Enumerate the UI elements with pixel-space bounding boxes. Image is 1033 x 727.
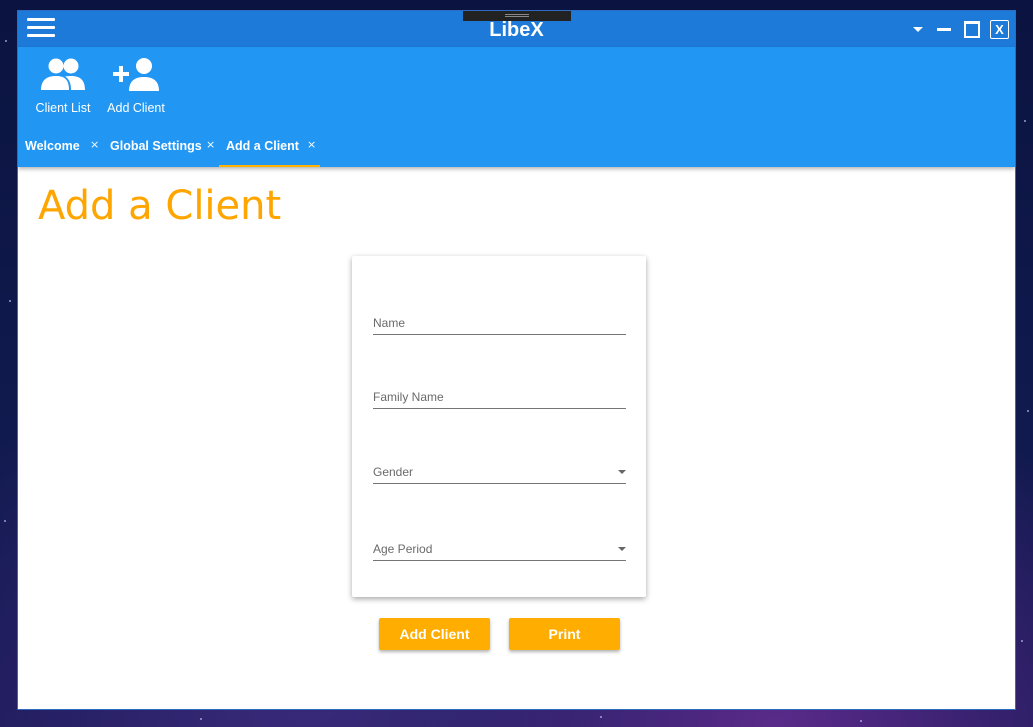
- users-icon: [41, 58, 85, 90]
- maximize-icon[interactable]: [964, 21, 980, 38]
- star: [200, 718, 202, 720]
- name-field[interactable]: Name: [373, 314, 626, 335]
- print-button[interactable]: Print: [509, 618, 620, 650]
- star: [600, 716, 602, 718]
- star: [1021, 640, 1023, 642]
- tab-add-a-client[interactable]: Add a Client ×: [219, 137, 320, 167]
- add-user-icon: [113, 58, 159, 91]
- age-period-select-label: Age Period: [373, 542, 433, 556]
- star: [4, 520, 6, 522]
- family-name-field[interactable]: Family Name: [373, 388, 626, 409]
- name-field-label: Name: [373, 316, 406, 330]
- client-form-card: Name Family Name Gender Age Period: [352, 256, 646, 597]
- tab-label: Welcome: [25, 139, 80, 153]
- toolbar: Client List Add Client Welcome × Global …: [18, 47, 1015, 167]
- tab-close-icon[interactable]: ×: [206, 138, 215, 151]
- tab-close-icon[interactable]: ×: [307, 138, 316, 151]
- client-list-label: Client List: [35, 101, 91, 115]
- tab-welcome[interactable]: Welcome ×: [18, 137, 104, 165]
- dropdown-arrow-icon: [618, 547, 626, 551]
- close-icon[interactable]: X: [990, 20, 1009, 39]
- minimize-icon[interactable]: [937, 28, 951, 31]
- star: [1024, 120, 1026, 122]
- star: [860, 720, 862, 722]
- title-bar[interactable]: LibeX X: [18, 11, 1015, 47]
- add-client-label: Add Client: [107, 101, 165, 115]
- client-list-button[interactable]: Client List: [32, 57, 94, 115]
- tab-global-settings[interactable]: Global Settings ×: [104, 137, 220, 165]
- tab-bar: Welcome × Global Settings × Add a Client…: [18, 137, 1015, 167]
- add-client-button[interactable]: Add Client: [379, 618, 490, 650]
- add-client-toolbar-button[interactable]: Add Client: [104, 57, 168, 115]
- tab-close-icon[interactable]: ×: [90, 138, 99, 151]
- chevron-down-icon[interactable]: [913, 27, 923, 32]
- star: [1027, 410, 1029, 412]
- tab-label: Global Settings: [110, 139, 202, 153]
- page-title: Add a Client: [38, 183, 282, 229]
- family-name-field-label: Family Name: [373, 390, 444, 404]
- star: [9, 300, 11, 302]
- dropdown-arrow-icon: [618, 470, 626, 474]
- star: [5, 40, 7, 42]
- tab-label: Add a Client: [226, 139, 299, 153]
- gender-select[interactable]: Gender: [373, 463, 626, 484]
- gender-select-label: Gender: [373, 465, 414, 479]
- age-period-select[interactable]: Age Period: [373, 540, 626, 561]
- app-title: LibeX: [489, 19, 544, 41]
